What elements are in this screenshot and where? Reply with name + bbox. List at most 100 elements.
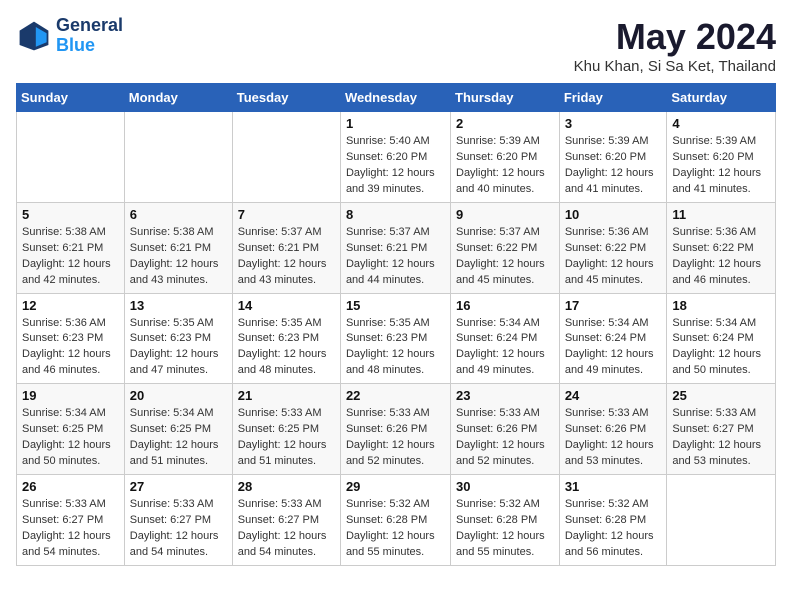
calendar-cell: 1 Sunrise: 5:40 AMSunset: 6:20 PMDayligh… (340, 112, 450, 203)
calendar-cell: 28 Sunrise: 5:33 AMSunset: 6:27 PMDaylig… (232, 475, 340, 566)
day-detail: Sunrise: 5:35 AMSunset: 6:23 PMDaylight:… (238, 316, 335, 380)
calendar-cell: 22 Sunrise: 5:33 AMSunset: 6:26 PMDaylig… (340, 384, 450, 475)
day-detail: Sunrise: 5:33 AMSunset: 6:25 PMDaylight:… (238, 406, 335, 470)
weekday-header-row: SundayMondayTuesdayWednesdayThursdayFrid… (17, 84, 776, 112)
calendar-table: SundayMondayTuesdayWednesdayThursdayFrid… (16, 83, 776, 566)
day-detail: Sunrise: 5:34 AMSunset: 6:25 PMDaylight:… (22, 406, 119, 470)
day-detail: Sunrise: 5:33 AMSunset: 6:27 PMDaylight:… (672, 406, 770, 470)
logo-text: General Blue (56, 16, 123, 56)
day-number: 10 (565, 207, 662, 222)
calendar-cell: 7 Sunrise: 5:37 AMSunset: 6:21 PMDayligh… (232, 202, 340, 293)
day-number: 29 (346, 479, 445, 494)
day-number: 25 (672, 388, 770, 403)
day-number: 1 (346, 116, 445, 131)
day-number: 19 (22, 388, 119, 403)
calendar-week-1: 1 Sunrise: 5:40 AMSunset: 6:20 PMDayligh… (17, 112, 776, 203)
day-number: 16 (456, 298, 554, 313)
day-detail: Sunrise: 5:38 AMSunset: 6:21 PMDaylight:… (130, 225, 227, 289)
day-number: 23 (456, 388, 554, 403)
weekday-header-saturday: Saturday (667, 84, 776, 112)
day-number: 5 (22, 207, 119, 222)
day-number: 13 (130, 298, 227, 313)
day-detail: Sunrise: 5:36 AMSunset: 6:22 PMDaylight:… (565, 225, 662, 289)
day-detail: Sunrise: 5:33 AMSunset: 6:27 PMDaylight:… (238, 497, 335, 561)
day-detail: Sunrise: 5:39 AMSunset: 6:20 PMDaylight:… (565, 134, 662, 198)
calendar-cell: 30 Sunrise: 5:32 AMSunset: 6:28 PMDaylig… (451, 475, 560, 566)
calendar-cell: 9 Sunrise: 5:37 AMSunset: 6:22 PMDayligh… (451, 202, 560, 293)
weekday-header-wednesday: Wednesday (340, 84, 450, 112)
calendar-cell: 29 Sunrise: 5:32 AMSunset: 6:28 PMDaylig… (340, 475, 450, 566)
day-number: 2 (456, 116, 554, 131)
calendar-cell: 23 Sunrise: 5:33 AMSunset: 6:26 PMDaylig… (451, 384, 560, 475)
calendar-cell (124, 112, 232, 203)
day-number: 17 (565, 298, 662, 313)
day-number: 31 (565, 479, 662, 494)
calendar-cell: 3 Sunrise: 5:39 AMSunset: 6:20 PMDayligh… (559, 112, 667, 203)
calendar-week-3: 12 Sunrise: 5:36 AMSunset: 6:23 PMDaylig… (17, 293, 776, 384)
weekday-header-friday: Friday (559, 84, 667, 112)
day-detail: Sunrise: 5:33 AMSunset: 6:27 PMDaylight:… (22, 497, 119, 561)
weekday-header-tuesday: Tuesday (232, 84, 340, 112)
calendar-cell: 19 Sunrise: 5:34 AMSunset: 6:25 PMDaylig… (17, 384, 125, 475)
logo: General Blue (16, 16, 123, 56)
day-detail: Sunrise: 5:33 AMSunset: 6:26 PMDaylight:… (456, 406, 554, 470)
calendar-cell: 26 Sunrise: 5:33 AMSunset: 6:27 PMDaylig… (17, 475, 125, 566)
day-number: 26 (22, 479, 119, 494)
calendar-cell: 24 Sunrise: 5:33 AMSunset: 6:26 PMDaylig… (559, 384, 667, 475)
calendar-cell: 27 Sunrise: 5:33 AMSunset: 6:27 PMDaylig… (124, 475, 232, 566)
header: General Blue May 2024 Khu Khan, Si Sa Ke… (16, 16, 776, 75)
calendar-cell: 8 Sunrise: 5:37 AMSunset: 6:21 PMDayligh… (340, 202, 450, 293)
weekday-header-monday: Monday (124, 84, 232, 112)
calendar-cell: 21 Sunrise: 5:33 AMSunset: 6:25 PMDaylig… (232, 384, 340, 475)
day-number: 22 (346, 388, 445, 403)
day-detail: Sunrise: 5:34 AMSunset: 6:24 PMDaylight:… (672, 316, 770, 380)
day-number: 24 (565, 388, 662, 403)
day-detail: Sunrise: 5:39 AMSunset: 6:20 PMDaylight:… (456, 134, 554, 198)
day-number: 6 (130, 207, 227, 222)
calendar-cell: 20 Sunrise: 5:34 AMSunset: 6:25 PMDaylig… (124, 384, 232, 475)
calendar-cell: 11 Sunrise: 5:36 AMSunset: 6:22 PMDaylig… (667, 202, 776, 293)
day-number: 3 (565, 116, 662, 131)
day-number: 15 (346, 298, 445, 313)
day-detail: Sunrise: 5:34 AMSunset: 6:24 PMDaylight:… (565, 316, 662, 380)
calendar-cell: 31 Sunrise: 5:32 AMSunset: 6:28 PMDaylig… (559, 475, 667, 566)
calendar-cell: 13 Sunrise: 5:35 AMSunset: 6:23 PMDaylig… (124, 293, 232, 384)
day-number: 7 (238, 207, 335, 222)
title-section: May 2024 Khu Khan, Si Sa Ket, Thailand (574, 16, 776, 75)
day-detail: Sunrise: 5:38 AMSunset: 6:21 PMDaylight:… (22, 225, 119, 289)
calendar-cell: 4 Sunrise: 5:39 AMSunset: 6:20 PMDayligh… (667, 112, 776, 203)
calendar-cell: 25 Sunrise: 5:33 AMSunset: 6:27 PMDaylig… (667, 384, 776, 475)
calendar-cell: 18 Sunrise: 5:34 AMSunset: 6:24 PMDaylig… (667, 293, 776, 384)
day-number: 8 (346, 207, 445, 222)
day-detail: Sunrise: 5:32 AMSunset: 6:28 PMDaylight:… (456, 497, 554, 561)
day-detail: Sunrise: 5:33 AMSunset: 6:27 PMDaylight:… (130, 497, 227, 561)
month-year-title: May 2024 (574, 16, 776, 58)
day-number: 20 (130, 388, 227, 403)
day-number: 21 (238, 388, 335, 403)
calendar-cell: 5 Sunrise: 5:38 AMSunset: 6:21 PMDayligh… (17, 202, 125, 293)
page-container: General Blue May 2024 Khu Khan, Si Sa Ke… (16, 16, 776, 566)
day-detail: Sunrise: 5:37 AMSunset: 6:22 PMDaylight:… (456, 225, 554, 289)
weekday-header-sunday: Sunday (17, 84, 125, 112)
day-number: 12 (22, 298, 119, 313)
calendar-week-4: 19 Sunrise: 5:34 AMSunset: 6:25 PMDaylig… (17, 384, 776, 475)
day-number: 27 (130, 479, 227, 494)
day-detail: Sunrise: 5:37 AMSunset: 6:21 PMDaylight:… (346, 225, 445, 289)
calendar-cell: 6 Sunrise: 5:38 AMSunset: 6:21 PMDayligh… (124, 202, 232, 293)
calendar-cell (667, 475, 776, 566)
calendar-cell (232, 112, 340, 203)
day-number: 4 (672, 116, 770, 131)
calendar-cell: 2 Sunrise: 5:39 AMSunset: 6:20 PMDayligh… (451, 112, 560, 203)
day-number: 9 (456, 207, 554, 222)
day-detail: Sunrise: 5:36 AMSunset: 6:23 PMDaylight:… (22, 316, 119, 380)
day-number: 18 (672, 298, 770, 313)
day-number: 30 (456, 479, 554, 494)
calendar-week-2: 5 Sunrise: 5:38 AMSunset: 6:21 PMDayligh… (17, 202, 776, 293)
calendar-cell: 10 Sunrise: 5:36 AMSunset: 6:22 PMDaylig… (559, 202, 667, 293)
day-detail: Sunrise: 5:36 AMSunset: 6:22 PMDaylight:… (672, 225, 770, 289)
calendar-cell: 12 Sunrise: 5:36 AMSunset: 6:23 PMDaylig… (17, 293, 125, 384)
day-detail: Sunrise: 5:35 AMSunset: 6:23 PMDaylight:… (130, 316, 227, 380)
location-subtitle: Khu Khan, Si Sa Ket, Thailand (574, 58, 776, 75)
day-detail: Sunrise: 5:32 AMSunset: 6:28 PMDaylight:… (565, 497, 662, 561)
day-detail: Sunrise: 5:34 AMSunset: 6:24 PMDaylight:… (456, 316, 554, 380)
